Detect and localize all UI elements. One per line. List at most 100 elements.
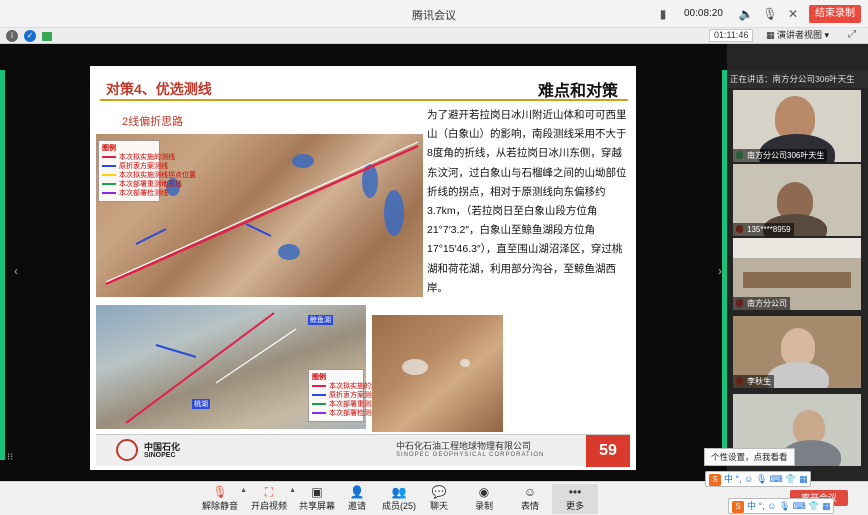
participant-name: 南方分公司306叶天生	[733, 149, 828, 162]
record-label: 录制	[474, 501, 493, 511]
signal-icon[interactable]: ▮	[655, 6, 671, 22]
chevron-left-icon[interactable]: ‹	[14, 264, 18, 278]
sinopec-logo-icon	[116, 439, 138, 461]
share-border-left	[0, 70, 5, 460]
chevron-right-icon[interactable]: ›	[718, 264, 722, 278]
video-tile[interactable]: 南方分公司	[733, 238, 861, 310]
ime-mode: 中	[724, 474, 734, 484]
reactions-label: 表情	[520, 501, 539, 511]
terrain-feature	[460, 359, 470, 367]
mic-icon[interactable]: 🎙	[762, 6, 778, 22]
check-line	[155, 344, 197, 358]
terrain-feature	[402, 359, 428, 375]
room-wall	[733, 238, 861, 258]
emoji-icon: ☺	[523, 485, 537, 499]
ime-punct: °,	[758, 501, 765, 511]
layout-grid-icon[interactable]: ⁝⁝	[7, 452, 13, 463]
elapsed-time: 01:11:46	[709, 29, 754, 42]
company-name-en: SINOPEC GEOPHYSICAL CORPORATION	[396, 452, 545, 458]
presentation-slide: 对策4、优选测线 难点和对策 2线偏折思路 为了避开若拉岗日冰川附近山体和可可西…	[90, 66, 636, 470]
unmute-label: 解除静音	[201, 501, 238, 511]
record-button[interactable]: ◉ 录制	[461, 484, 507, 514]
chevron-down-icon: ▾	[822, 30, 830, 40]
legend-item: 本次部署检测线	[312, 409, 378, 418]
legend-item: 本次拟实施的测线	[312, 382, 385, 391]
status-bar: i ✓ 01:11:46 ▦ 演讲者视图 ▾ ⤢	[0, 28, 868, 44]
slide-subtitle: 2线偏折思路	[122, 116, 184, 128]
legend-title: 图例	[312, 374, 326, 381]
check-line	[135, 228, 167, 245]
satellite-map-detail	[372, 315, 503, 432]
company-name-cn: 中石化石油工程地球物理有限公司	[396, 441, 532, 451]
legend-item: 原折衷方案测线	[102, 162, 168, 171]
video-tile[interactable]: 135****8959	[733, 164, 861, 236]
close-icon[interactable]: ✕	[785, 6, 801, 22]
survey-line	[125, 312, 275, 424]
invite-button[interactable]: 👤 邀请	[334, 484, 380, 514]
slide-divider	[100, 99, 628, 101]
satellite-map-lakes: 鲸鱼湖 桃湖 图例 本次拟实施的测线 原折衷方案测线 本次部署重测地质线 本次部…	[96, 305, 392, 429]
camera-off-icon: ⛶	[264, 485, 274, 499]
alt-line	[215, 328, 297, 384]
ime-tools-icon: ☺ 🎙 ⌨ 👕 ▦	[767, 501, 831, 511]
more-label: 更多	[565, 501, 584, 511]
invite-label: 邀请	[347, 501, 366, 511]
add-user-icon: 👤	[349, 485, 365, 499]
participant-face	[781, 328, 815, 366]
info-icon[interactable]: i	[6, 30, 18, 42]
map-legend: 图例 本次拟实施的测线 原折衷方案测线 本次部署重测地质线 本次部署检测线	[308, 369, 392, 422]
view-mode-label: 演讲者视图	[777, 30, 823, 40]
slide-body-text: 为了避开若拉岗日冰川附近山体和可可西里山（白象山）的影响，南段测线采用不大于8度…	[427, 109, 627, 294]
grid-icon: ▦	[766, 30, 778, 40]
legend-item: 本次部署重测地质线	[312, 400, 392, 409]
unmute-button[interactable]: 🎙 解除静音 ▲	[197, 484, 247, 514]
more-button[interactable]: ••• 更多	[552, 484, 598, 514]
ime-toolbar[interactable]: S中 °, ☺ 🎙 ⌨ 👕 ▦	[705, 471, 812, 487]
shield-icon[interactable]: ✓	[24, 30, 36, 42]
speaker-icon[interactable]: 🔈	[738, 6, 754, 22]
ime-tools-icon: ☺ 🎙 ⌨ 👕 ▦	[744, 474, 808, 484]
mic-muted-icon: 🎙	[212, 485, 228, 499]
participant-name: 李秋生	[733, 375, 774, 388]
ime-toolbar-secondary[interactable]: S中 °, ☺ 🎙 ⌨ 👕 ▦	[728, 498, 835, 514]
video-tile[interactable]: 李秋生	[733, 316, 861, 388]
slide-page-number: 59	[586, 435, 630, 467]
participant-name: 135****8959	[733, 223, 794, 236]
ime-tooltip: 个性设置，点我看看	[704, 448, 795, 466]
meeting-timer: 00:08:20	[684, 8, 723, 19]
ime-punct: °,	[735, 474, 742, 484]
speaking-indicator: 正在讲话：南方分公司306叶天生	[727, 70, 868, 88]
conference-table	[743, 272, 851, 288]
video-tile[interactable]: 南方分公司306叶天生	[733, 90, 861, 162]
legend-item: 本次部署检测线	[102, 189, 168, 198]
legend-item: 本次部署重测地质线	[102, 180, 182, 189]
slide-heading: 难点和对策	[538, 83, 619, 100]
end-recording-button[interactable]: 结束录制	[809, 5, 861, 23]
network-icon[interactable]	[42, 32, 52, 41]
participant-panel: 正在讲话：南方分公司306叶天生 南方分公司306叶天生 135****8959…	[727, 44, 868, 481]
slide-title: 对策4、优选测线	[106, 81, 212, 97]
legend-item: 本次拟实施测线拐点位置	[102, 171, 196, 180]
chat-label: 聊天	[429, 501, 448, 511]
chat-icon: 💬	[431, 485, 447, 499]
view-mode-select[interactable]: ▦ 演讲者视图 ▾	[766, 29, 829, 42]
map-legend: 图例 本次拟实施的测线 原折衷方案测线 本次拟实施测线拐点位置 本次部署重测地质…	[98, 140, 196, 202]
sogou-icon: S	[709, 473, 721, 486]
reactions-button[interactable]: ☺ 表情	[507, 484, 553, 514]
logo-text-en: SINOPEC	[144, 452, 176, 459]
check-line	[245, 223, 272, 237]
satellite-map-main: 图例 本次拟实施的测线 原折衷方案测线 本次拟实施测线拐点位置 本次部署重测地质…	[96, 134, 423, 297]
chat-button[interactable]: 💬 聊天	[416, 484, 462, 514]
shared-screen: ‹ › ⁝⁝ 对策4、优选测线 难点和对策 2线偏折思路 为了避开若拉岗日冰川附…	[0, 44, 727, 481]
ime-mode: 中	[747, 501, 757, 511]
start-video-button[interactable]: ⛶ 开启视频 ▲	[246, 484, 296, 514]
fullscreen-icon[interactable]: ⤢	[848, 29, 856, 40]
record-icon: ◉	[478, 485, 490, 499]
legend-title: 图例	[102, 145, 116, 152]
more-icon: •••	[568, 485, 582, 499]
start-video-label: 开启视频	[250, 501, 287, 511]
participant-body	[767, 362, 829, 388]
legend-item: 原折衷方案测线	[312, 391, 378, 400]
participant-face	[793, 410, 825, 444]
window-titlebar: 腾讯会议 ▮ 00:08:20 🔈 🎙 ✕ 结束录制	[0, 0, 868, 28]
